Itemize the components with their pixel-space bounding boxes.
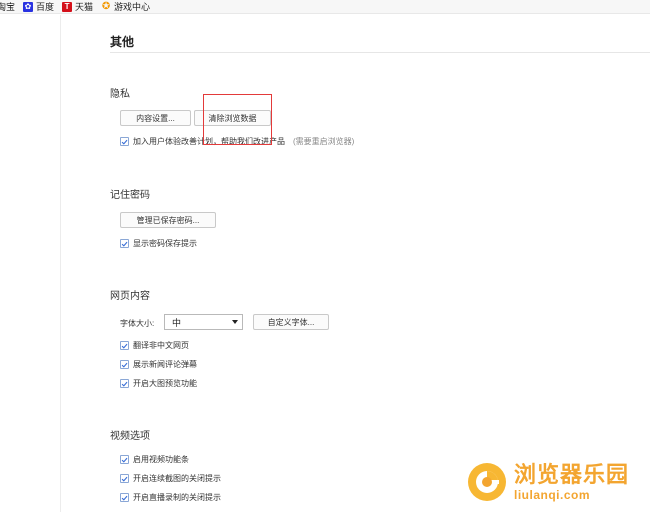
news-comments-checkbox[interactable] [120, 360, 129, 369]
show-password-prompt-checkbox[interactable] [120, 239, 129, 248]
font-size-select[interactable]: 中 [164, 314, 243, 330]
screenshot-prompt-row: 开启连续截图的关闭提示 [120, 473, 221, 484]
screenshot-prompt-checkbox[interactable] [120, 474, 129, 483]
title-divider [110, 52, 650, 53]
bookmarks-bar: 淘宝 ✿ 百度 T 天猫 ✪ 游戏中心 [0, 0, 650, 14]
recording-prompt-row: 开启直播录制的关闭提示 [120, 492, 221, 503]
check-icon [121, 495, 128, 501]
section-title-video: 视频选项 [110, 431, 150, 442]
show-password-prompt-label: 显示密码保存提示 [133, 239, 197, 248]
news-comments-label: 展示新闻评论弹幕 [133, 360, 197, 369]
bookmark-tmall[interactable]: T 天猫 [62, 0, 93, 13]
video-toolbar-label: 启用视频功能条 [133, 455, 189, 464]
font-size-label: 字体大小: [120, 319, 155, 328]
check-icon [121, 457, 128, 463]
bookmark-label: 百度 [36, 2, 55, 12]
settings-sidebar [0, 15, 60, 512]
bookmark-label: 游戏中心 [114, 2, 151, 12]
section-title-passwords: 记住密码 [110, 190, 150, 201]
check-icon [121, 381, 128, 387]
screenshot-prompt-label: 开启连续截图的关闭提示 [133, 474, 221, 483]
recording-prompt-label: 开启直播录制的关闭提示 [133, 493, 221, 502]
game-center-icon: ✪ [101, 0, 111, 12]
check-icon [121, 362, 128, 368]
site-watermark: 浏览器乐园 liulanqi.com [466, 461, 629, 503]
bookmark-label: 天猫 [75, 2, 94, 12]
show-password-prompt-row: 显示密码保存提示 [120, 238, 197, 249]
content-settings-button[interactable]: 内容设置... [120, 110, 191, 126]
watermark-cn: 浏览器乐园 [514, 461, 630, 487]
baidu-paw-icon: ✿ [23, 1, 34, 12]
video-toolbar-row: 启用视频功能条 [120, 454, 189, 465]
font-size-value: 中 [172, 317, 182, 328]
ux-program-checkbox[interactable] [120, 137, 129, 146]
settings-content: 其他 隐私 内容设置... 清除浏览数据 加入用户体验改善计划，帮助我们改进产品… [61, 15, 650, 512]
watermark-en: liulanqi.com [514, 487, 591, 502]
custom-font-button[interactable]: 自定义字体... [253, 314, 329, 330]
page-title: 其他 [110, 35, 135, 49]
annotation-highlight-box [203, 94, 272, 145]
bookmark-baidu[interactable]: ✿ 百度 [23, 0, 54, 13]
bookmark-game-center[interactable]: ✪ 游戏中心 [101, 0, 150, 13]
translate-row: 翻译非中文网页 [120, 340, 189, 351]
dropdown-caret-icon [232, 320, 238, 324]
image-preview-label: 开启大图预览功能 [133, 379, 197, 388]
ux-program-hint: (需要重启浏览器) [293, 137, 355, 146]
check-icon [121, 476, 128, 482]
bookmark-taobao[interactable]: 淘宝 [0, 0, 15, 13]
translate-checkbox[interactable] [120, 341, 129, 350]
image-preview-row: 开启大图预览功能 [120, 378, 197, 389]
section-title-web-content: 网页内容 [110, 291, 150, 302]
watermark-text: 浏览器乐园 liulanqi.com [514, 461, 630, 502]
check-icon [121, 343, 128, 349]
image-preview-checkbox[interactable] [120, 379, 129, 388]
section-title-privacy: 隐私 [110, 89, 130, 100]
check-icon [121, 139, 128, 145]
check-icon [121, 241, 128, 247]
tmall-icon: T [62, 1, 73, 12]
video-toolbar-checkbox[interactable] [120, 455, 129, 464]
manage-passwords-button[interactable]: 管理已保存密码... [120, 212, 216, 228]
translate-label: 翻译非中文网页 [133, 341, 189, 350]
recording-prompt-checkbox[interactable] [120, 493, 129, 502]
bookmark-label: 淘宝 [0, 2, 16, 12]
watermark-logo-icon [468, 463, 506, 501]
news-comments-row: 展示新闻评论弹幕 [120, 359, 197, 370]
